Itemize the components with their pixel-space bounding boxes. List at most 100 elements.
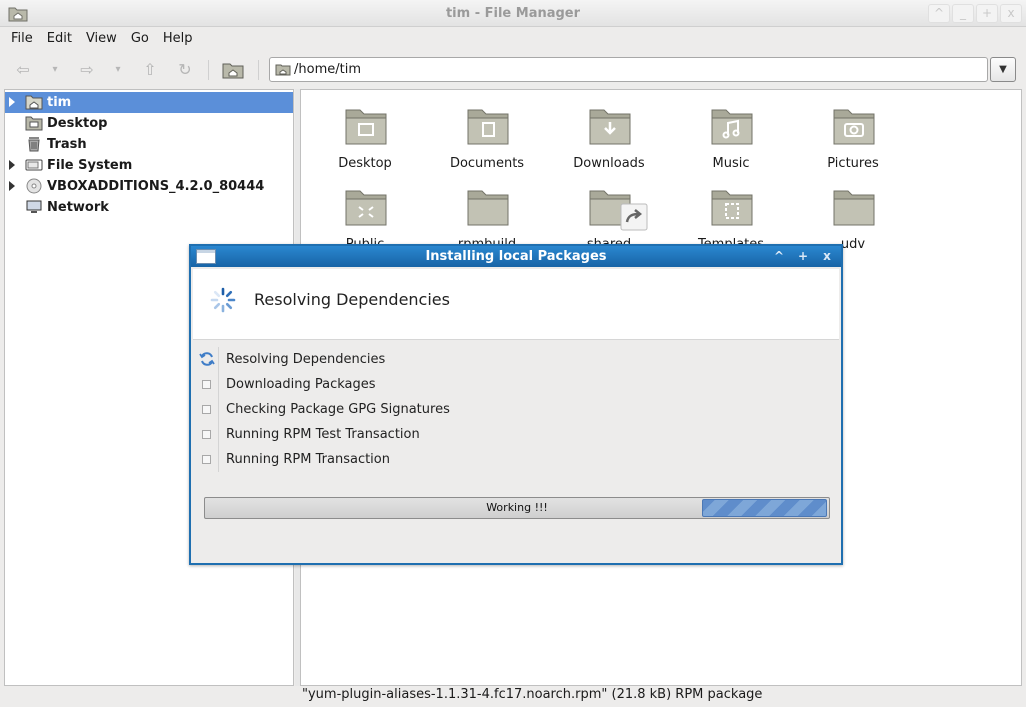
public-folder-icon <box>345 190 387 226</box>
step-label: Resolving Dependencies <box>226 352 386 367</box>
sidebar-item-label: Network <box>47 200 109 215</box>
menu-edit[interactable]: Edit <box>40 31 79 46</box>
forward-history-dropdown[interactable]: ▾ <box>110 58 126 82</box>
home-button[interactable] <box>220 58 246 82</box>
step-label: Running RPM Test Transaction <box>226 427 420 442</box>
file-item-label: Pictures <box>827 156 879 171</box>
file-item-label: Downloads <box>573 156 645 171</box>
window-title: tim - File Manager <box>445 6 581 21</box>
dialog-close-button[interactable]: x <box>817 247 837 265</box>
sidebar-item-label: Trash <box>47 137 87 152</box>
expander-arrow-icon[interactable] <box>9 181 15 191</box>
dialog-maximize-button[interactable]: + <box>793 247 813 265</box>
location-dropdown-button[interactable]: ▼ <box>990 57 1016 82</box>
file-item-music[interactable]: Music <box>670 104 792 174</box>
sidebar-item-vboxadditions[interactable]: VBOXADDITIONS_4.2.0_80444 <box>5 176 293 197</box>
back-history-dropdown[interactable]: ▾ <box>47 58 63 82</box>
list-item: Running RPM Test Transaction <box>197 422 835 447</box>
reload-icon[interactable]: ↻ <box>172 58 198 82</box>
list-item: Downloading Packages <box>197 372 835 397</box>
desktop-folder-icon <box>345 109 387 145</box>
documents-folder-icon <box>467 109 509 145</box>
step-label: Running RPM Transaction <box>226 452 390 467</box>
dialog-heading: Resolving Dependencies <box>254 290 450 309</box>
symlink-arrow-icon <box>620 203 648 231</box>
close-button[interactable]: x <box>1000 4 1022 23</box>
sidebar-item-trash[interactable]: Trash <box>5 134 293 155</box>
list-item: Resolving Dependencies <box>197 347 835 372</box>
sidebar-item-network[interactable]: Network <box>5 197 293 218</box>
step-label: Checking Package GPG Signatures <box>226 402 450 417</box>
dialog-title: Installing local Packages <box>425 249 607 264</box>
step-status <box>197 447 219 472</box>
step-status <box>197 422 219 447</box>
pictures-folder-icon <box>833 109 875 145</box>
expander-arrow-icon[interactable] <box>9 97 15 107</box>
menu-help[interactable]: Help <box>156 31 200 46</box>
window-titlebar[interactable]: tim - File Manager ^ _ + x <box>0 0 1026 27</box>
file-item-pictures[interactable]: Pictures <box>792 104 914 174</box>
step-label: Downloading Packages <box>226 377 376 392</box>
up-arrow-icon[interactable]: ⇧ <box>137 58 163 82</box>
file-item-downloads[interactable]: Downloads <box>548 104 670 174</box>
dialog-header: Resolving Dependencies <box>193 269 839 340</box>
list-item: Running RPM Transaction <box>197 447 835 472</box>
file-item-label: Documents <box>449 156 525 171</box>
step-status <box>197 372 219 397</box>
network-icon <box>26 200 42 213</box>
sidebar-item-label: tim <box>47 95 72 110</box>
refresh-icon <box>199 352 215 366</box>
menu-bar: File Edit View Go Help <box>0 27 1026 49</box>
chevron-down-icon: ▼ <box>999 64 1007 75</box>
sidebar-item-label: File System <box>47 158 133 173</box>
folder-icon <box>467 190 509 226</box>
minimize-button[interactable]: _ <box>952 4 974 23</box>
downloads-folder-icon <box>589 109 631 145</box>
menu-file[interactable]: File <box>4 31 40 46</box>
dialog-shade-button[interactable]: ^ <box>769 247 789 265</box>
maximize-button[interactable]: + <box>976 4 998 23</box>
list-item: Checking Package GPG Signatures <box>197 397 835 422</box>
music-folder-icon <box>711 109 753 145</box>
folder-icon <box>833 190 875 226</box>
file-item-label: Music <box>712 156 750 171</box>
step-status <box>197 397 219 422</box>
install-dialog: Installing local Packages ^ + x Resolvin… <box>189 244 843 565</box>
location-path[interactable]: /home/tim <box>294 62 361 77</box>
status-bar: "yum-plugin-aliases-1.1.31-4.fc17.noarch… <box>302 687 763 702</box>
toolbar-separator <box>208 60 209 80</box>
forward-arrow-icon[interactable]: ⇨ <box>74 58 100 82</box>
pending-checkbox-icon <box>202 430 211 439</box>
step-list: Resolving Dependencies Downloading Packa… <box>197 347 835 472</box>
location-bar[interactable]: /home/tim <box>269 57 988 82</box>
desktop-folder-icon <box>25 116 43 131</box>
expander-arrow-icon[interactable] <box>9 160 15 170</box>
toolbar-separator <box>258 60 259 80</box>
pending-checkbox-icon <box>202 380 211 389</box>
templates-folder-icon <box>711 190 753 226</box>
menu-go[interactable]: Go <box>124 31 156 46</box>
dialog-titlebar[interactable]: Installing local Packages ^ + x <box>191 246 841 267</box>
sidebar-item-file-system[interactable]: File System <box>5 155 293 176</box>
drive-icon <box>25 159 43 171</box>
step-status <box>197 347 219 372</box>
cdrom-icon <box>26 178 42 194</box>
pending-checkbox-icon <box>202 455 211 464</box>
file-item-label: Desktop <box>338 156 392 171</box>
back-arrow-icon[interactable]: ⇦ <box>10 58 36 82</box>
sidebar-item-label: Desktop <box>47 116 108 131</box>
spinner-icon <box>210 287 236 313</box>
trash-icon <box>28 137 40 152</box>
menu-view[interactable]: View <box>79 31 124 46</box>
pending-checkbox-icon <box>202 405 211 414</box>
sidebar-item-tim[interactable]: tim <box>5 92 293 113</box>
shade-button[interactable]: ^ <box>928 4 950 23</box>
file-item-documents[interactable]: Documents <box>426 104 548 174</box>
progress-bar: Working !!! <box>204 497 830 519</box>
progress-text: Working !!! <box>486 501 548 514</box>
sidebar-item-desktop[interactable]: Desktop <box>5 113 293 134</box>
sidebar-item-label: VBOXADDITIONS_4.2.0_80444 <box>47 179 265 194</box>
file-item-desktop[interactable]: Desktop <box>304 104 426 174</box>
home-folder-icon <box>275 64 291 76</box>
home-folder-icon <box>222 63 244 79</box>
